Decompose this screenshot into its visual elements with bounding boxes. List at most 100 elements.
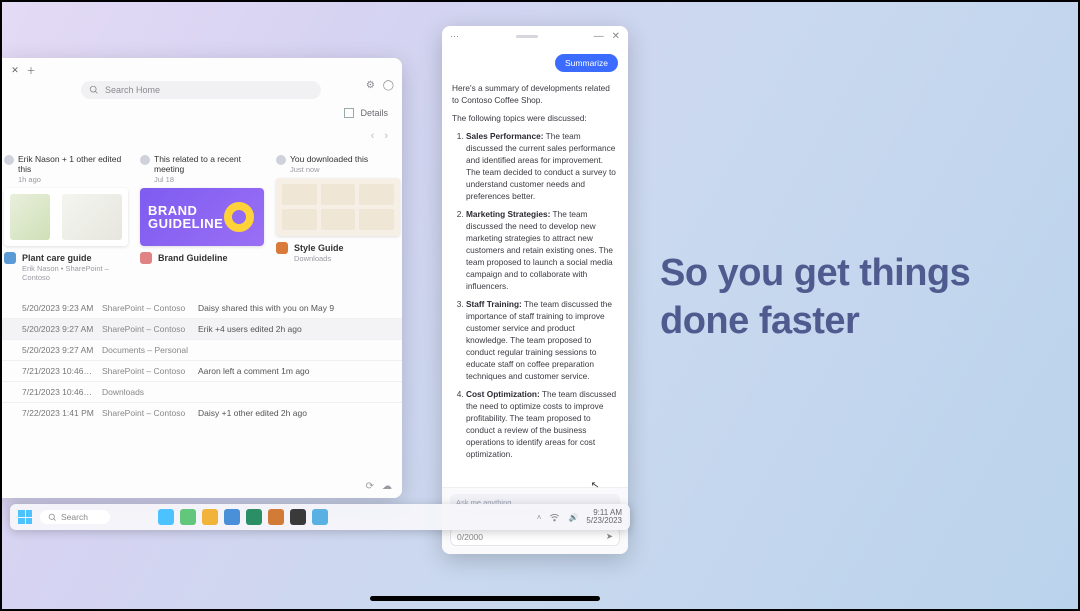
- user-message-text: Summarize: [555, 54, 618, 72]
- pinned-app[interactable]: [268, 509, 284, 525]
- system-tray: ˄ 🔊 9:11 AM 5/23/2023: [537, 509, 622, 525]
- file-type-icon: [140, 252, 152, 264]
- row-activity: Daisy +1 other edited 2h ago: [198, 408, 392, 418]
- explorer-window: ✕ ＋ Search Home ⚙ ◯ Details ‹ ›: [0, 58, 402, 498]
- date-text: 5/23/2023: [586, 517, 622, 525]
- card-thumbnail: BRAND GUIDELINE: [140, 188, 264, 246]
- table-row[interactable]: 5/20/2023 9:23 AMSharePoint – ContosoDai…: [0, 298, 402, 318]
- recent-files-table: 5/20/2023 9:23 AMSharePoint – ContosoDai…: [0, 298, 402, 423]
- row-date: 5/20/2023 9:23 AM: [22, 303, 102, 313]
- assistant-reply: Here's a summary of developments related…: [452, 82, 618, 460]
- row-activity: [198, 345, 392, 355]
- desktop-area: ✕ ＋ Search Home ⚙ ◯ Details ‹ ›: [0, 0, 636, 560]
- cursor-icon: ↖: [590, 479, 600, 491]
- file-type-icon: [276, 242, 288, 254]
- row-location: SharePoint – Contoso: [102, 366, 198, 376]
- pinned-app[interactable]: [158, 509, 174, 525]
- taskbar-search[interactable]: Search: [40, 510, 110, 524]
- taskbar-search-placeholder: Search: [61, 512, 88, 522]
- table-row[interactable]: 5/20/2023 9:27 AMDocuments – Personal: [0, 339, 402, 360]
- start-button[interactable]: [18, 510, 32, 524]
- search-input[interactable]: Search Home: [81, 81, 321, 99]
- row-location: Downloads: [102, 387, 198, 397]
- card-thumbnail: [4, 188, 128, 246]
- card-title: Brand Guideline: [158, 253, 228, 263]
- close-icon[interactable]: ✕: [612, 31, 620, 42]
- row-activity: [198, 387, 392, 397]
- carousel-nav: ‹ ›: [0, 124, 402, 148]
- pinned-app[interactable]: [312, 509, 328, 525]
- filter-icon[interactable]: ⚙: [366, 80, 375, 91]
- copilot-titlebar: ⋯ — ✕: [442, 26, 628, 46]
- chevron-right-icon[interactable]: ›: [384, 130, 388, 142]
- download-icon: [276, 155, 286, 165]
- table-row[interactable]: 7/22/2023 1:41 PMSharePoint – ContosoDai…: [0, 402, 402, 423]
- table-row[interactable]: 7/21/2023 10:46…Downloads: [0, 381, 402, 402]
- reply-list-item: Staff Training: The team discussed the i…: [466, 298, 618, 382]
- pinned-app[interactable]: [246, 509, 262, 525]
- reply-list-item: Cost Optimization: The team discussed th…: [466, 388, 618, 460]
- row-location: SharePoint – Contoso: [102, 303, 198, 313]
- card-caption: This related to a recent meeting: [154, 154, 264, 174]
- table-row[interactable]: 5/20/2023 9:27 AMSharePoint – ContosoEri…: [0, 318, 402, 339]
- card-caption: Erik Nason + 1 other edited this: [18, 154, 128, 174]
- taskbar: Search ˄ 🔊 9:11 AM 5/23/2023: [10, 504, 630, 530]
- new-tab-icon[interactable]: ＋: [26, 65, 36, 75]
- card-caption-sub: Jul 18: [154, 175, 264, 184]
- marketing-tagline: So you get things done faster: [660, 250, 1020, 345]
- card-title: Plant care guide: [22, 253, 92, 263]
- tab-close-icon[interactable]: ✕: [10, 65, 20, 75]
- view-toggle-icon[interactable]: [344, 108, 354, 118]
- card-thumbnail: [276, 178, 400, 236]
- search-placeholder: Search Home: [105, 85, 160, 95]
- reply-list-item: Sales Performance: The team discussed th…: [466, 130, 618, 202]
- home-indicator: [370, 596, 600, 601]
- meeting-icon: [140, 155, 150, 165]
- char-counter: 0/2000: [457, 532, 483, 542]
- card-plant[interactable]: Erik Nason + 1 other edited this 1h ago …: [4, 154, 128, 282]
- row-date: 7/21/2023 10:46…: [22, 366, 102, 376]
- pinned-app[interactable]: [202, 509, 218, 525]
- card-subtitle: Erik Nason • SharePoint – Contoso: [22, 264, 128, 282]
- card-brand[interactable]: This related to a recent meeting Jul 18 …: [140, 154, 264, 282]
- card-caption-sub: 1h ago: [18, 175, 128, 184]
- volume-icon[interactable]: 🔊: [568, 513, 578, 522]
- row-activity: Erik +4 users edited 2h ago: [198, 324, 392, 334]
- pinned-app[interactable]: [224, 509, 240, 525]
- minimize-icon[interactable]: —: [594, 31, 604, 42]
- row-location: SharePoint – Contoso: [102, 408, 198, 418]
- row-date: 7/22/2023 1:41 PM: [22, 408, 102, 418]
- send-icon[interactable]: ➤: [606, 531, 613, 542]
- user-message: Summarize: [452, 54, 618, 72]
- file-type-icon: [4, 252, 16, 264]
- details-button[interactable]: Details: [360, 108, 388, 118]
- row-location: SharePoint – Contoso: [102, 324, 198, 334]
- card-subtitle: Downloads: [294, 254, 400, 263]
- pinned-app[interactable]: [290, 509, 306, 525]
- pinned-app[interactable]: [180, 509, 196, 525]
- row-activity: Aaron left a comment 1m ago: [198, 366, 392, 376]
- row-date: 7/21/2023 10:46…: [22, 387, 102, 397]
- chevron-up-icon[interactable]: ˄: [537, 513, 542, 522]
- row-activity: Daisy shared this with you on May 9: [198, 303, 392, 313]
- copilot-panel: ⋯ — ✕ Summarize Here's a summary of deve…: [442, 26, 628, 554]
- card-style[interactable]: You downloaded this Just now Style Guide…: [276, 154, 400, 282]
- panel-menu-icon[interactable]: ⋯: [450, 31, 460, 42]
- avatar-icon: [4, 155, 14, 165]
- card-caption: You downloaded this: [290, 154, 368, 164]
- card-title: Style Guide: [294, 243, 344, 253]
- account-icon[interactable]: ◯: [383, 80, 394, 91]
- address-bar: Search Home: [0, 78, 402, 102]
- chevron-left-icon[interactable]: ‹: [371, 130, 375, 142]
- cloud-icon[interactable]: ☁: [382, 481, 392, 492]
- row-date: 5/20/2023 9:27 AM: [22, 345, 102, 355]
- reply-list-item: Marketing Strategies: The team discussed…: [466, 208, 618, 292]
- copilot-body: Summarize Here's a summary of developmen…: [442, 46, 628, 487]
- search-icon: [89, 85, 99, 95]
- wifi-icon[interactable]: [549, 512, 560, 523]
- drag-handle-icon[interactable]: [516, 35, 538, 38]
- sync-icon[interactable]: ⟳: [366, 481, 374, 492]
- clock[interactable]: 9:11 AM 5/23/2023: [586, 509, 622, 525]
- table-row[interactable]: 7/21/2023 10:46…SharePoint – ContosoAaro…: [0, 360, 402, 381]
- recommended-cards: Erik Nason + 1 other edited this 1h ago …: [0, 148, 402, 284]
